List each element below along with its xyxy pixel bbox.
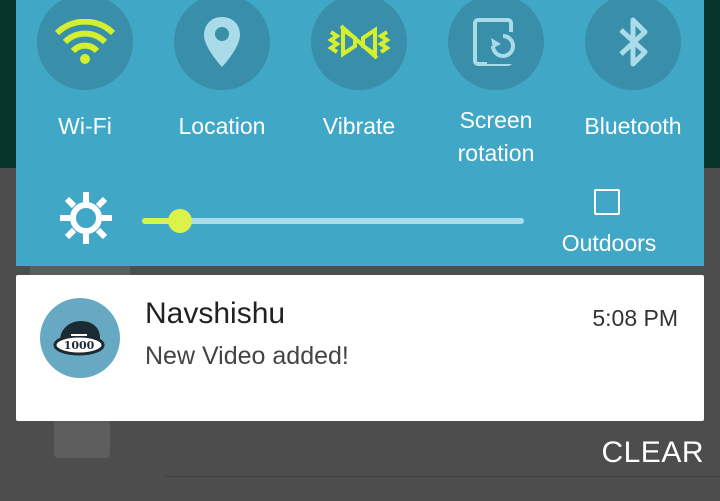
outdoors-label: Outdoors	[561, 230, 657, 256]
navshishu-logo: 1000	[40, 298, 120, 378]
tile-wifi[interactable]: Wi-Fi	[25, 0, 145, 143]
tile-wifi-label: Wi-Fi	[58, 113, 112, 139]
tile-location[interactable]: Location	[162, 0, 282, 143]
notification-message: New Video added!	[145, 342, 349, 370]
tile-bluetooth-label: Bluetooth	[584, 113, 682, 139]
quick-settings-panel: Wi-Fi Location Vibrate Screen rotation B…	[16, 0, 704, 266]
notification-title: Navshishu	[145, 297, 286, 330]
tile-screen-rotation-button[interactable]	[448, 0, 544, 90]
wifi-icon	[55, 19, 115, 64]
svg-text:1000: 1000	[64, 339, 95, 352]
brightness-icon	[60, 192, 112, 244]
background-divider	[165, 476, 720, 477]
background-avatar	[54, 418, 110, 458]
bluetooth-icon	[619, 17, 648, 67]
outdoors-checkbox[interactable]	[594, 189, 620, 215]
tile-location-label: Location	[178, 113, 266, 139]
tile-wifi-button[interactable]	[37, 0, 133, 90]
notification-card[interactable]: 1000 Navshishu 5:08 PM New Video added!	[16, 275, 704, 421]
tile-vibrate[interactable]: Vibrate	[299, 0, 419, 143]
tile-vibrate-label: Vibrate	[322, 113, 396, 139]
tile-vibrate-button[interactable]	[311, 0, 407, 90]
brightness-slider-thumb[interactable]	[168, 209, 193, 233]
clear-button[interactable]: CLEAR	[601, 436, 704, 470]
vibrate-icon	[327, 24, 391, 60]
tile-location-button[interactable]	[174, 0, 270, 90]
tile-bluetooth[interactable]: Bluetooth	[573, 0, 693, 143]
screen-rotation-icon	[473, 18, 517, 66]
tile-screen-rotation[interactable]: Screen rotation	[436, 0, 556, 170]
notification-time: 5:08 PM	[592, 305, 678, 331]
brightness-slider[interactable]	[142, 209, 524, 233]
tile-bluetooth-button[interactable]	[585, 0, 681, 90]
location-icon	[204, 17, 240, 67]
tile-screen-rotation-label: Screen rotation	[457, 107, 535, 166]
